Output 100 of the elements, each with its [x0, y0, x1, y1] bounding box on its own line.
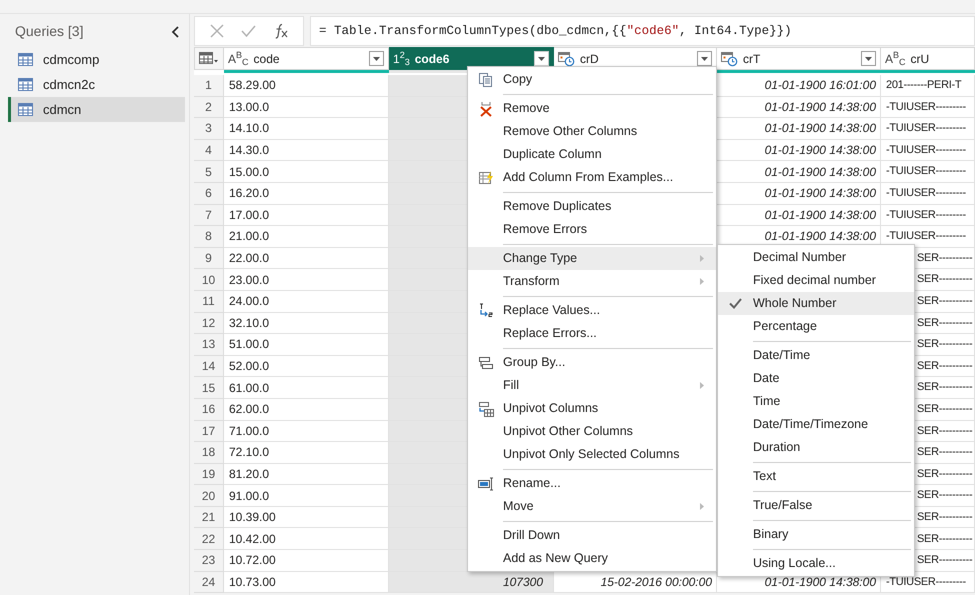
menu-item[interactable]: Group By...	[468, 351, 716, 374]
checkmark-icon	[729, 298, 742, 309]
row-number: 1	[194, 75, 224, 97]
menu-item[interactable]: Rename...	[468, 472, 716, 495]
menu-item[interactable]: Whole Number	[718, 292, 914, 315]
table-cell: 51.00.0	[224, 334, 389, 356]
query-item[interactable]: cdmcomp	[8, 47, 185, 72]
menu-item[interactable]: Drill Down	[468, 524, 716, 547]
formula-field[interactable]: = Table.TransformColumnTypes(dbo_cdmcn,{{"code6", Int64.Type}})	[310, 16, 975, 46]
menu-item[interactable]: Remove	[468, 97, 716, 120]
table-cell: 24.00.0	[224, 290, 389, 313]
row-number: 22	[194, 528, 224, 550]
query-item[interactable]: cdmcn	[8, 97, 185, 122]
row-number: 21	[194, 506, 224, 528]
collapse-icon[interactable]	[171, 26, 181, 38]
table-cell: 01-01-1900 14:38:00	[717, 182, 881, 205]
menu-item[interactable]: Replace Errors...	[468, 322, 716, 345]
unpivot-icon	[478, 400, 494, 416]
menu-item[interactable]: Move	[468, 495, 716, 518]
table-icon	[18, 103, 33, 116]
row-number: 11	[194, 290, 224, 313]
menu-item[interactable]: Unpivot Columns	[468, 397, 716, 420]
table-cell: 01-01-1900 14:38:00	[717, 118, 881, 140]
table-cell: 10.39.00	[224, 506, 389, 528]
menu-item[interactable]: Copy	[468, 68, 716, 91]
caret-icon	[865, 56, 872, 60]
table-cell: 32.10.0	[224, 312, 389, 334]
table-cell: -TUIUSER---------	[881, 96, 975, 118]
row-number: 18	[194, 442, 224, 464]
row-number: 6	[194, 182, 224, 205]
menu-item[interactable]: Date/Time	[718, 344, 914, 367]
query-item[interactable]: cdmcn2c	[8, 72, 185, 97]
column-header[interactable]: A$^{B}$$_{C}$ crU	[881, 47, 975, 70]
table-cell: 107300	[389, 572, 554, 594]
table-cell: 15-02-2016 00:00:00	[554, 572, 717, 594]
table-cell: 10.42.00	[224, 528, 389, 550]
caret-icon	[701, 56, 708, 60]
row-number: 9	[194, 248, 224, 270]
column-filter-button[interactable]	[697, 51, 712, 66]
menu-item[interactable]: Unpivot Other Columns	[468, 420, 716, 443]
copy-icon	[478, 72, 494, 88]
menu-item[interactable]: Time	[718, 390, 914, 413]
menu-item[interactable]: Unpivot Only Selected Columns	[468, 443, 716, 466]
table-cell: 01-01-1900 16:01:00	[717, 75, 881, 97]
group-by-icon	[478, 354, 494, 370]
menu-item[interactable]: Text	[718, 465, 914, 488]
row-number: 3	[194, 118, 224, 140]
column-header[interactable]: 1$^{2}$$_{3}$ code6	[389, 47, 554, 70]
column-filter-button[interactable]	[861, 51, 876, 66]
row-number: 23	[194, 550, 224, 572]
row-number: 2	[194, 96, 224, 118]
row-number: 19	[194, 464, 224, 486]
row-number: 17	[194, 420, 224, 442]
menu-item[interactable]: Remove Errors	[468, 218, 716, 241]
caret-icon	[373, 56, 380, 60]
menu-item[interactable]: Using Locale...	[718, 552, 914, 575]
table-cell: 21.00.0	[224, 226, 389, 248]
menu-item[interactable]: Percentage	[718, 315, 914, 338]
table-cell: 01-01-1900 14:38:00	[717, 140, 881, 162]
menu-item[interactable]: Fill	[468, 374, 716, 397]
menu-item[interactable]: Binary	[718, 523, 914, 546]
table-cell: 16.20.0	[224, 182, 389, 205]
row-number: 14	[194, 356, 224, 378]
menu-item[interactable]: Add as New Query	[468, 547, 716, 570]
row-number: 5	[194, 161, 224, 183]
table-icon	[18, 78, 33, 91]
table-menu-icon[interactable]	[199, 52, 219, 65]
row-number: 20	[194, 485, 224, 507]
menu-item[interactable]: Duration	[718, 436, 914, 459]
table-cell: 91.00.0	[224, 485, 389, 507]
menu-item[interactable]: Decimal Number	[718, 246, 914, 269]
row-number: 15	[194, 377, 224, 399]
table-cell: 71.00.0	[224, 420, 389, 442]
rename-icon	[478, 476, 494, 492]
column-header[interactable]: crT	[717, 47, 881, 70]
remove-column-icon	[478, 100, 494, 116]
menu-item[interactable]: Transform	[468, 270, 716, 293]
add-column-icon	[478, 170, 494, 186]
menu-item[interactable]: Fixed decimal number	[718, 269, 914, 292]
menu-item[interactable]: Change Type	[468, 247, 716, 270]
row-number: 10	[194, 269, 224, 291]
column-filter-button[interactable]	[369, 51, 384, 66]
menu-item[interactable]: Add Column From Examples...	[468, 166, 716, 189]
menu-item[interactable]: Date/Time/Timezone	[718, 413, 914, 436]
table-cell: 62.00.0	[224, 398, 389, 420]
table-cell: 14.30.0	[224, 140, 389, 162]
menu-item[interactable]: Date	[718, 367, 914, 390]
menu-item[interactable]: Duplicate Column	[468, 143, 716, 166]
row-number: 8	[194, 226, 224, 248]
column-header[interactable]: A$^{B}$$_{C}$ code	[224, 47, 389, 70]
table-cell: 81.20.0	[224, 464, 389, 486]
table-cell: -TUIUSER---------	[881, 140, 975, 162]
menu-item[interactable]: Remove Duplicates	[468, 195, 716, 218]
table-cell: 10.72.00	[224, 550, 389, 572]
menu-item[interactable]: True/False	[718, 494, 914, 517]
panel-title: Queries [3]	[15, 22, 84, 41]
menu-item[interactable]: Remove Other Columns	[468, 120, 716, 143]
column-filter-button[interactable]	[534, 51, 549, 66]
table-cell: -TUIUSER---------	[881, 204, 975, 226]
menu-item[interactable]: Replace Values...	[468, 299, 716, 322]
